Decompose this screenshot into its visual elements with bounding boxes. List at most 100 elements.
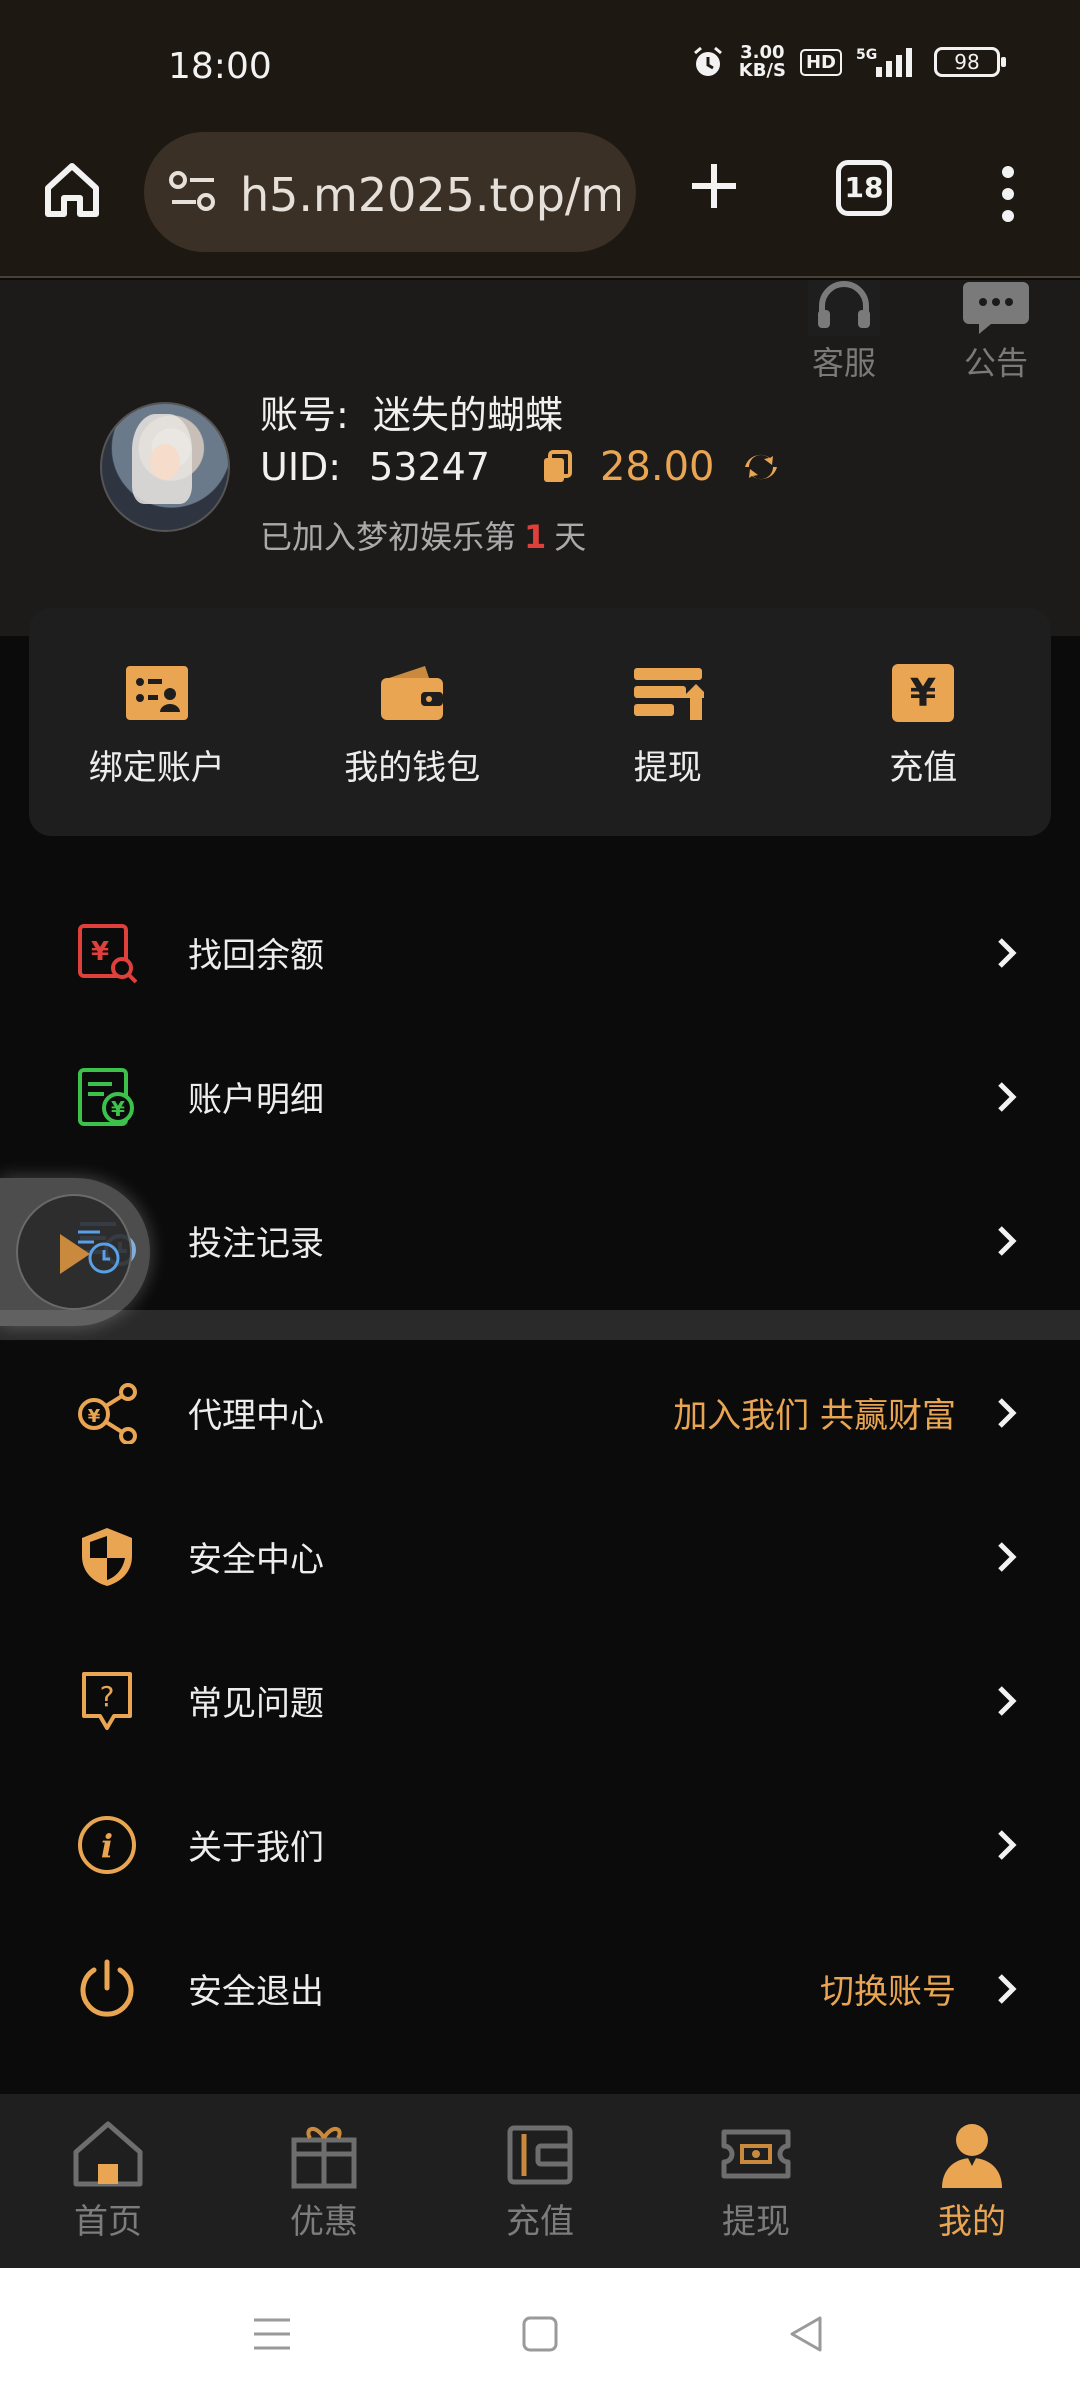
agent-share-icon: ¥: [78, 1383, 137, 1444]
withdraw-quick-button[interactable]: 提现: [540, 608, 796, 836]
svg-text:¥: ¥: [88, 1406, 101, 1427]
system-navigation-bar: [0, 2268, 1080, 2400]
chevron-right-icon: [998, 938, 1017, 968]
menu-item-logout[interactable]: 安全退出 切换账号: [0, 1916, 1080, 2060]
notice-button[interactable]: 公告: [946, 280, 1046, 384]
svg-text:¥: ¥: [91, 937, 109, 967]
withdraw-icon: [633, 668, 704, 720]
shield-icon: [82, 1528, 132, 1586]
tab-withdraw[interactable]: 提现: [648, 2094, 864, 2268]
menu-item-security-center[interactable]: 安全中心: [0, 1484, 1080, 1628]
wallet-icon: [381, 666, 444, 720]
menu-label: 投注记录: [188, 1223, 324, 1264]
id-card-icon: [125, 666, 188, 720]
tab-mine[interactable]: 我的: [864, 2094, 1080, 2268]
customer-service-button[interactable]: 客服: [794, 280, 894, 384]
recharge-quick-button[interactable]: ¥ 充值: [796, 608, 1052, 836]
tab-promotions[interactable]: 优惠: [216, 2094, 432, 2268]
url-text[interactable]: h5.m2025.top/mc: [240, 168, 620, 222]
alarm-icon: [693, 46, 722, 76]
joined-days: 1: [524, 518, 547, 556]
bottom-tab-bar: 首页 优惠 充值 提现 我的: [0, 2094, 1080, 2268]
refresh-icon[interactable]: [741, 447, 781, 487]
new-tab-icon[interactable]: [686, 158, 742, 214]
withdraw-quick-label: 提现: [633, 748, 702, 788]
tab-label: 首页: [74, 2202, 142, 2242]
uid-line: UID: 53247 28.00: [260, 444, 781, 490]
menu-item-recover-balance[interactable]: ¥ 找回余额: [0, 880, 1080, 1024]
quick-actions: 绑定账户 我的钱包 提现 ¥ 充值: [29, 608, 1051, 836]
cash-ticket-icon: [721, 2129, 791, 2179]
svg-text:5G: 5G: [856, 47, 877, 63]
avatar[interactable]: [100, 402, 230, 532]
joined-days-text: 已加入梦初娱乐第 1 天: [260, 518, 587, 556]
menu-item-bet-records[interactable]: 投注记录: [0, 1168, 1080, 1312]
balance-search-icon: ¥: [78, 924, 138, 984]
info-icon: i: [78, 1816, 136, 1874]
chevron-right-icon: [998, 1974, 1017, 2004]
uid-label: UID:: [260, 445, 342, 489]
hd-badge: HD: [799, 48, 842, 76]
back-triangle-icon[interactable]: [784, 2312, 828, 2356]
svg-text:¥: ¥: [111, 1097, 125, 1121]
account-label: 账号:: [260, 393, 349, 437]
tab-home[interactable]: 首页: [0, 2094, 216, 2268]
tab-label: 充值: [506, 2202, 574, 2242]
copy-icon[interactable]: [542, 450, 572, 484]
menu-label: 代理中心: [188, 1395, 324, 1436]
balance-amount: 28.00: [599, 444, 715, 490]
menu-item-account-details[interactable]: ¥ 账户明细: [0, 1024, 1080, 1168]
section-divider: [0, 1310, 1080, 1340]
menu-group-general: ¥ 代理中心 加入我们 共赢财富 安全中心 ? 常见问题 i 关于我们 安全退出…: [0, 1340, 1080, 2060]
home-square-icon[interactable]: [518, 2312, 562, 2356]
menu-label: 找回余额: [188, 935, 324, 976]
menu-item-about-us[interactable]: i 关于我们: [0, 1772, 1080, 1916]
yuan-icon: ¥: [892, 664, 955, 722]
status-icons: 3.00 KB/S HD 5G 98: [691, 42, 1006, 81]
tab-count-button[interactable]: 18: [836, 160, 892, 216]
power-icon: [80, 1959, 134, 2017]
chevron-right-icon: [998, 1542, 1017, 1572]
chevron-right-icon: [998, 1686, 1017, 1716]
tab-label: 提现: [722, 2202, 790, 2242]
menu-label: 关于我们: [188, 1827, 324, 1868]
browser-home-icon[interactable]: [40, 158, 104, 222]
wallet-label: 我的钱包: [344, 748, 481, 788]
wallet-button[interactable]: 我的钱包: [285, 608, 541, 836]
menu-label: 常见问题: [188, 1683, 324, 1724]
recharge-quick-label: 充值: [889, 748, 958, 788]
question-icon: ?: [82, 1672, 132, 1730]
more-menu-icon[interactable]: [1000, 166, 1016, 222]
switch-account-link[interactable]: 切换账号: [820, 1964, 956, 2013]
chevron-right-icon: [998, 1082, 1017, 1112]
gift-icon: [291, 2127, 357, 2189]
menu-item-faq[interactable]: ? 常见问题: [0, 1628, 1080, 1772]
url-bar[interactable]: h5.m2025.top/mc: [144, 132, 636, 252]
floating-assistant-button[interactable]: [0, 1178, 150, 1326]
bind-account-label: 绑定账户: [88, 748, 225, 788]
menu-label: 安全中心: [188, 1539, 324, 1580]
chevron-right-icon: [998, 1226, 1017, 1256]
account-line: 账号: 迷失的蝴蝶: [260, 384, 563, 439]
chevron-right-icon: [998, 1398, 1017, 1428]
menu-group-finance: ¥ 找回余额 ¥ 账户明细 投注记录: [0, 880, 1080, 1312]
bind-account-button[interactable]: 绑定账户: [29, 608, 285, 836]
battery-indicator: 98: [934, 47, 1006, 77]
customer-service-label: 客服: [811, 344, 876, 382]
status-time: 18:00: [168, 46, 272, 87]
site-settings-icon[interactable]: [168, 170, 218, 214]
profile-header: 客服 公告 账号: 迷失的蝴蝶 UID: 53247 28.00 已加入梦初娱乐第…: [0, 280, 1080, 636]
menu-lines-icon[interactable]: [250, 2312, 294, 2356]
home-icon: [73, 2121, 143, 2187]
net-speed: 3.00 KB/S: [738, 42, 786, 81]
tab-label: 我的: [938, 2202, 1006, 2242]
menu-item-agent-center[interactable]: ¥ 代理中心 加入我们 共赢财富: [0, 1340, 1080, 1484]
status-bar: 18:00 3.00 KB/S HD 5G 98: [0, 0, 1080, 128]
svg-text:i: i: [101, 1827, 113, 1865]
headset-icon: [808, 280, 880, 336]
menu-label: 安全退出: [188, 1971, 324, 2012]
tab-recharge[interactable]: 充值: [432, 2094, 648, 2268]
user-icon: [942, 2124, 1002, 2188]
account-name: 迷失的蝴蝶: [372, 393, 563, 437]
browser-toolbar: h5.m2025.top/mc 18: [0, 128, 1080, 278]
